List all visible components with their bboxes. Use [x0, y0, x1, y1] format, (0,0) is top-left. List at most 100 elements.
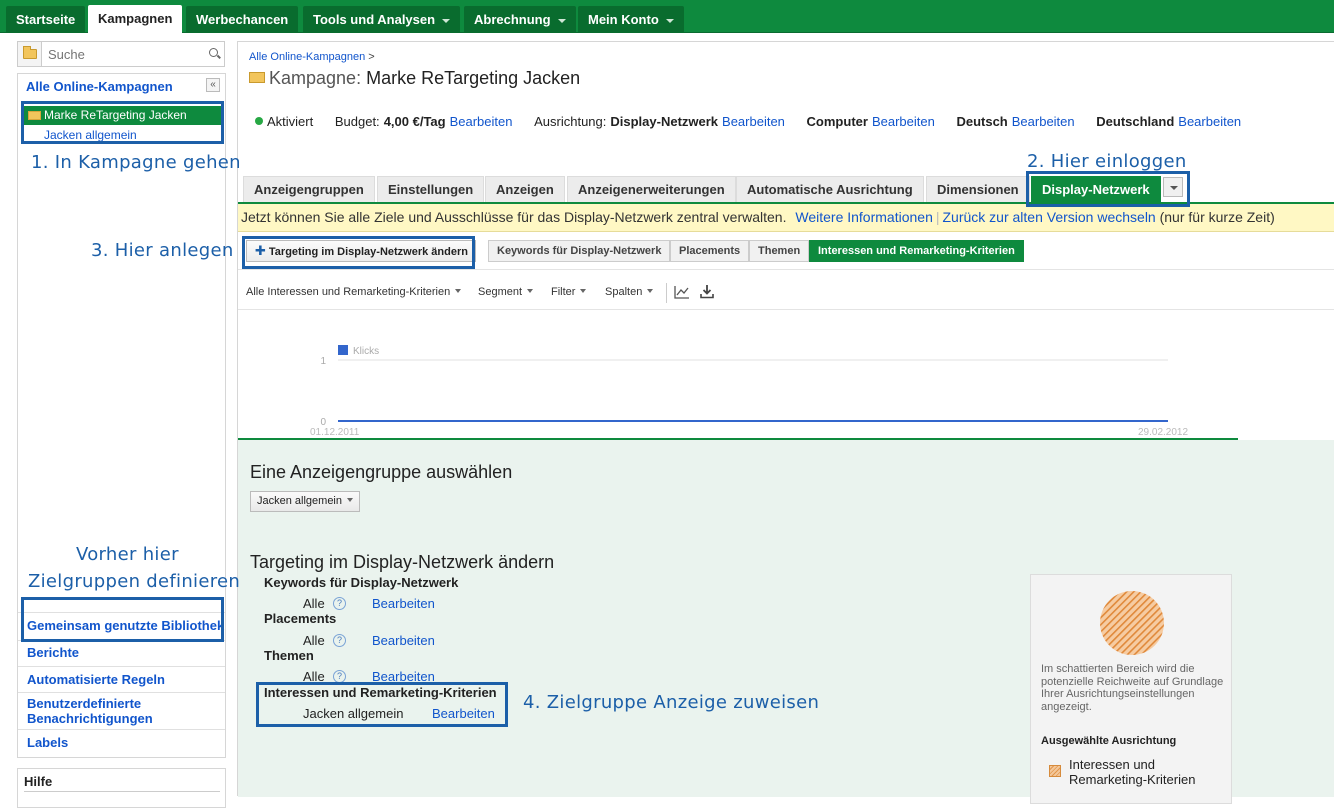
edit-placements-link[interactable]: Bearbeiten	[372, 633, 435, 648]
edit-device-link[interactable]: Bearbeiten	[872, 114, 935, 129]
budget-group: Budget: 4,00 €/Tag Bearbeiten	[335, 114, 517, 129]
criteria-filter-dropdown[interactable]: Alle Interessen und Remarketing-Kriterie…	[246, 286, 462, 298]
targeting-value: Display-Netzwerk	[610, 114, 719, 129]
subtab-label: Placements	[679, 245, 741, 257]
subtab-interessen[interactable]: Interessen und Remarketing-Kriterien	[809, 240, 1024, 262]
chevron-down-icon	[647, 289, 654, 293]
divider	[18, 729, 225, 730]
collapse-sidebar-icon[interactable]: «	[206, 78, 220, 92]
sidebar: Alle Online-Kampagnen « Marke ReTargetin…	[17, 73, 226, 758]
folder-icon	[249, 72, 265, 83]
nav-tab-label: Abrechnung	[474, 12, 551, 27]
budget-value: 4,00 €/Tag	[383, 114, 446, 129]
chart-svg: 1001.12.2011 29.02.2012Klicks	[310, 345, 1188, 438]
sidebar-link-notifications[interactable]: Benutzerdefinierte Benachrichtigungen	[27, 696, 207, 726]
tab-einstellungen[interactable]: Einstellungen	[377, 176, 485, 202]
nav-tab-startseite[interactable]: Startseite	[6, 6, 86, 33]
nav-tab-label: Werbechancen	[196, 12, 289, 27]
divider	[666, 283, 667, 303]
edit-keywords-link[interactable]: Bearbeiten	[372, 596, 435, 611]
reach-legend-label: Interessen und Remarketing-Kriterien	[1069, 757, 1196, 787]
sidebar-link-labels[interactable]: Labels	[27, 735, 68, 750]
select-adgroup-title: Eine Anzeigengruppe auswählen	[250, 462, 513, 482]
reach-selected-title: Ausgewählte Ausrichtung	[1041, 735, 1177, 747]
search-box	[17, 41, 225, 67]
chevron-down-icon	[665, 18, 674, 23]
chevron-down-icon	[442, 18, 451, 23]
annotation-before-line1: Vorher hier	[76, 544, 179, 565]
segment-dropdown[interactable]: Segment	[478, 286, 534, 298]
search-icon[interactable]	[209, 48, 218, 57]
chevron-down-icon	[455, 289, 462, 293]
tab-automatische-ausrichtung[interactable]: Automatische Ausrichtung	[736, 176, 924, 202]
notice-info-link[interactable]: Weitere Informationen	[795, 209, 932, 225]
nav-tab-label: Mein Konto	[588, 12, 659, 27]
nav-tab-label: Kampagnen	[98, 11, 173, 26]
help-icon[interactable]: ?	[333, 634, 346, 647]
subtab-label: Interessen und Remarketing-Kriterien	[818, 245, 1015, 257]
subtab-label: Themen	[758, 245, 801, 257]
device-value: Computer	[806, 114, 868, 129]
columns-dropdown[interactable]: Spalten	[605, 286, 654, 298]
nav-tab-mein-konto[interactable]: Mein Konto	[578, 6, 684, 33]
page-title-text: Marke ReTargeting Jacken	[366, 68, 581, 88]
chevron-down-icon	[347, 498, 353, 502]
tab-anzeigenerweiterungen[interactable]: Anzeigenerweiterungen	[567, 176, 736, 202]
folder-button[interactable]	[18, 42, 42, 66]
download-icon[interactable]	[700, 284, 714, 299]
filter-dropdown[interactable]: Filter	[551, 286, 587, 298]
nav-tab-label: Tools und Analysen	[313, 12, 436, 27]
dropdown-label: Spalten	[605, 286, 643, 298]
chevron-down-icon	[580, 289, 587, 293]
status-text[interactable]: Aktiviert	[267, 114, 313, 129]
edit-budget-link[interactable]: Bearbeiten	[450, 114, 513, 129]
annotation-box-display-tab	[1026, 171, 1190, 207]
tab-dimensionen[interactable]: Dimensionen	[926, 176, 1030, 202]
help-panel: Hilfe	[17, 768, 226, 808]
campaign-status-row: Aktiviert Budget: 4,00 €/Tag Bearbeiten Au…	[255, 114, 1259, 129]
breadcrumb: Alle Online-Kampagnen >	[249, 51, 375, 63]
subtab-themen[interactable]: Themen	[749, 240, 810, 262]
edit-language-link[interactable]: Bearbeiten	[1012, 114, 1075, 129]
status-dot-icon	[255, 117, 263, 125]
dropdown-label: Alle Interessen und Remarketing-Kriterie…	[246, 286, 451, 298]
legend-swatch-icon	[1049, 765, 1061, 777]
tab-label: Automatische Ausrichtung	[747, 182, 913, 197]
notice-suffix: (nur für kurze Zeit)	[1159, 209, 1275, 225]
tab-anzeigen[interactable]: Anzeigen	[485, 176, 565, 202]
line-chart-icon[interactable]	[674, 285, 690, 299]
targeting-panel: Eine Anzeigengruppe auswählen Jacken all…	[238, 440, 1334, 804]
subtab-keywords[interactable]: Keywords für Display-Netzwerk	[488, 240, 671, 262]
annotation-box-library	[21, 597, 224, 642]
adgroup-select-value: Jacken allgemein	[257, 495, 342, 507]
country-group: Deutschland Bearbeiten	[1096, 114, 1245, 129]
performance-chart: 1 0 01.12.2011 29.02.2012 Klicks	[238, 311, 1334, 439]
chevron-down-icon	[557, 18, 566, 23]
all-campaigns-link[interactable]: Alle Online-Kampagnen	[26, 79, 173, 94]
tab-anzeigengruppen[interactable]: Anzeigengruppen	[243, 176, 375, 202]
chart-x-tick-label: 01.12.2011	[310, 427, 360, 438]
nav-tab-werbechancen[interactable]: Werbechancen	[186, 6, 299, 33]
search-input[interactable]	[48, 45, 198, 63]
edit-targeting-link[interactable]: Bearbeiten	[722, 114, 785, 129]
subtab-placements[interactable]: Placements	[670, 240, 750, 262]
chart-legend-swatch	[338, 345, 348, 355]
help-icon[interactable]: ?	[333, 597, 346, 610]
edit-country-link[interactable]: Bearbeiten	[1178, 114, 1241, 129]
nav-tab-kampagnen[interactable]: Kampagnen	[88, 5, 183, 34]
breadcrumb-link[interactable]: Alle Online-Kampagnen	[249, 51, 365, 63]
notice-old-version-link[interactable]: Zurück zur alten Version wechseln	[943, 209, 1156, 225]
chart-x-tick-label: 29.02.2012	[1138, 427, 1188, 438]
nav-tab-tools[interactable]: Tools und Analysen	[303, 6, 461, 33]
tab-label: Anzeigenerweiterungen	[578, 182, 725, 197]
sidebar-link-reports[interactable]: Berichte	[27, 645, 79, 660]
status-group: Aktiviert	[255, 114, 317, 129]
language-value: Deutsch	[956, 114, 1008, 129]
targeting-group: Ausrichtung: Display-Netzwerk Bearbeiten	[534, 114, 789, 129]
adgroup-select[interactable]: Jacken allgemein	[250, 491, 360, 512]
tab-label: Anzeigen	[496, 182, 554, 197]
budget-label: Budget:	[334, 114, 380, 129]
nav-tab-abrechnung[interactable]: Abrechnung	[464, 6, 576, 33]
sidebar-link-rules[interactable]: Automatisierte Regeln	[27, 672, 165, 687]
notice-text: Jetzt können Sie alle Ziele und Ausschlü…	[241, 209, 787, 225]
